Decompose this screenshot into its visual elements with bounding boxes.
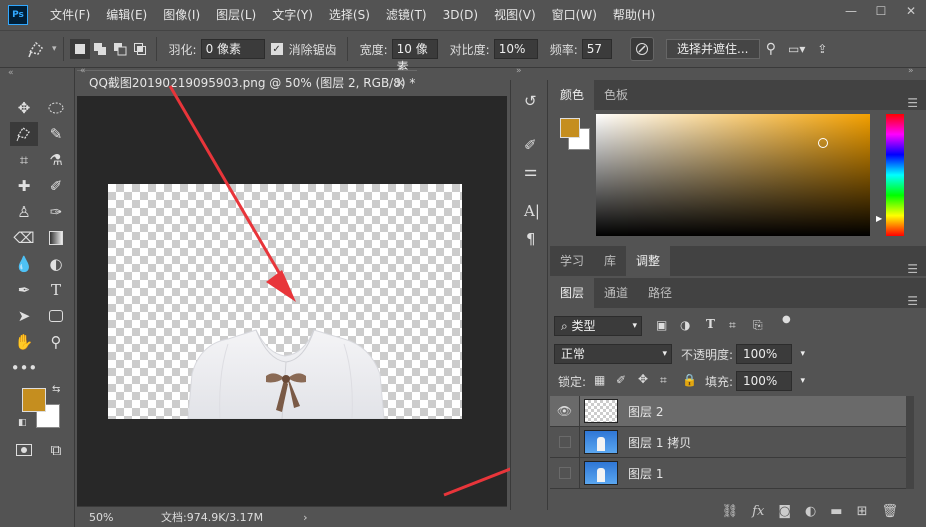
- filter-type-icon[interactable]: T: [706, 317, 715, 331]
- adjustment-layer-icon[interactable]: ◐: [805, 504, 816, 519]
- visibility-toggle[interactable]: [550, 457, 580, 489]
- hue-slider-handle[interactable]: ▶: [876, 214, 882, 223]
- panel-menu-icon[interactable]: ☰: [907, 286, 918, 316]
- panel-menu-icon[interactable]: ☰: [907, 88, 918, 118]
- document-info: 文档:974.9K/3.17M: [161, 511, 264, 524]
- foreground-color[interactable]: [22, 388, 46, 412]
- color-picker-cursor[interactable]: [818, 138, 828, 148]
- filter-toggle-icon[interactable]: ●: [782, 314, 791, 325]
- layer-thumbnail: [584, 430, 618, 454]
- character-icon[interactable]: A|: [524, 202, 540, 220]
- layer-name: 图层 2: [628, 404, 664, 419]
- tab-layers[interactable]: 图层: [550, 278, 595, 308]
- filter-smart-icon[interactable]: ⎘: [753, 318, 763, 333]
- visibility-eye-icon[interactable]: 👁: [550, 395, 580, 427]
- panel-icon-strip: ↺ ✐ ⚌ A| ¶: [510, 80, 548, 510]
- tab-libraries[interactable]: 库: [594, 246, 626, 276]
- hue-slider[interactable]: [886, 114, 904, 236]
- paragraph-icon[interactable]: ¶: [526, 230, 536, 248]
- brush-settings-icon[interactable]: ✐: [524, 136, 537, 154]
- layer-row[interactable]: 图层 1 拷贝: [550, 426, 906, 458]
- fill-input[interactable]: 100% ▾: [736, 371, 805, 391]
- link-layers-icon[interactable]: ⛓: [722, 504, 739, 519]
- status-bar: 50% 文档:974.9K/3.17M ›: [77, 506, 507, 527]
- opacity-value: 100%: [743, 347, 778, 361]
- layers-scrollbar[interactable]: [906, 396, 914, 489]
- layer-row[interactable]: 图层 1: [550, 457, 906, 489]
- color-field[interactable]: [596, 114, 870, 236]
- history-icon[interactable]: ↺: [524, 92, 537, 110]
- chevron-down-icon: ▾: [662, 349, 667, 359]
- color-panel-tabs: 颜色 色板 ☰: [550, 80, 926, 110]
- fill-label: 填充:: [705, 375, 734, 389]
- tab-swatches[interactable]: 色板: [594, 80, 638, 110]
- layer-filter-select[interactable]: ⌕ 类型 ▾: [554, 316, 642, 336]
- opacity-input[interactable]: 100% ▾: [736, 344, 805, 364]
- layer-name: 图层 1 拷贝: [628, 435, 692, 450]
- filter-kind-label: 类型: [571, 319, 596, 333]
- tab-paths[interactable]: 路径: [638, 278, 682, 308]
- chevron-down-icon[interactable]: ▾: [800, 372, 805, 390]
- lock-transparent-icon[interactable]: ▦: [594, 373, 605, 387]
- status-menu-icon[interactable]: ›: [303, 511, 307, 524]
- collapse-panels-icon[interactable]: »: [908, 66, 914, 76]
- layer-thumbnail: [584, 399, 618, 423]
- lock-position-icon[interactable]: ✥: [638, 372, 648, 386]
- color-fg-swatch[interactable]: [560, 118, 580, 138]
- new-layer-icon[interactable]: ⊞: [857, 504, 868, 519]
- collapse-strip-icon[interactable]: »: [516, 66, 522, 76]
- visibility-toggle[interactable]: [550, 426, 580, 458]
- new-group-icon[interactable]: ▬: [830, 504, 842, 519]
- tab-learn[interactable]: 学习: [550, 246, 594, 276]
- filter-pixel-icon[interactable]: ▣: [656, 318, 667, 332]
- delete-layer-icon[interactable]: 🗑: [881, 504, 898, 519]
- lock-all-icon[interactable]: 🔒: [682, 373, 697, 387]
- tab-adjustments[interactable]: 调整: [626, 246, 671, 276]
- add-mask-icon[interactable]: ◙: [778, 504, 791, 519]
- fill-value: 100%: [743, 374, 778, 388]
- filter-shape-icon[interactable]: ⌗: [729, 318, 736, 333]
- tab-channels[interactable]: 通道: [594, 278, 638, 308]
- adjust-panel-tabs: 学习 库 调整 ☰: [550, 246, 926, 276]
- chevron-down-icon[interactable]: ▾: [800, 345, 805, 363]
- zoom-level[interactable]: 50%: [89, 511, 149, 524]
- layer-row[interactable]: 👁 图层 2: [550, 395, 906, 427]
- lock-label: 锁定:: [558, 375, 587, 389]
- layer-name: 图层 1: [628, 466, 664, 481]
- lock-pixels-icon[interactable]: ✐: [616, 373, 626, 387]
- fx-icon[interactable]: fx: [752, 504, 764, 519]
- layers-panel-tabs: 图层 通道 路径 ☰: [550, 278, 926, 308]
- lock-artboard-icon[interactable]: ⌗: [660, 373, 667, 388]
- adjust-sliders-icon[interactable]: ⚌: [524, 162, 537, 180]
- layer-thumbnail: [584, 461, 618, 485]
- layers-footer: ⛓ fx ◙ ◐ ▬ ⊞ 🗑: [550, 496, 926, 527]
- blend-mode-value: 正常: [561, 347, 586, 361]
- opacity-label: 不透明度:: [681, 348, 734, 362]
- tab-color[interactable]: 颜色: [550, 80, 595, 110]
- blend-mode-select[interactable]: 正常 ▾: [554, 344, 672, 364]
- search-icon: ⌕: [561, 319, 572, 333]
- chevron-down-icon: ▾: [632, 321, 637, 331]
- filter-adjust-icon[interactable]: ◑: [680, 318, 690, 332]
